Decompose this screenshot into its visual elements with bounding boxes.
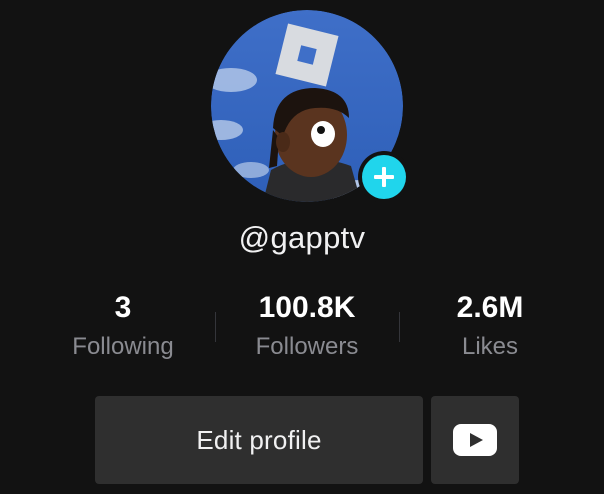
add-avatar-circle [362, 155, 406, 199]
stat-label: Followers [255, 333, 359, 360]
profile-header: @gapptv 3 Following 100.8K Followers 2.6… [0, 0, 604, 494]
avatar-container [211, 10, 410, 203]
stat-value: 3 [114, 291, 132, 324]
plus-icon [374, 167, 394, 187]
stat-value: 100.8K [258, 291, 356, 324]
stat-divider [215, 312, 216, 342]
youtube-icon [453, 424, 497, 456]
stat-label: Likes [461, 333, 519, 360]
stat-followers[interactable]: 100.8K Followers [222, 290, 392, 362]
stat-divider [399, 312, 400, 342]
edit-profile-button[interactable]: Edit profile [95, 396, 423, 484]
stat-label: Following [72, 333, 174, 360]
stat-likes[interactable]: 2.6M Likes [420, 290, 560, 362]
stat-following[interactable]: 3 Following [48, 290, 198, 362]
add-avatar-button[interactable] [358, 151, 410, 203]
stat-value: 2.6M [456, 291, 524, 324]
username: @gapptv [238, 220, 366, 255]
youtube-button[interactable] [431, 396, 519, 484]
